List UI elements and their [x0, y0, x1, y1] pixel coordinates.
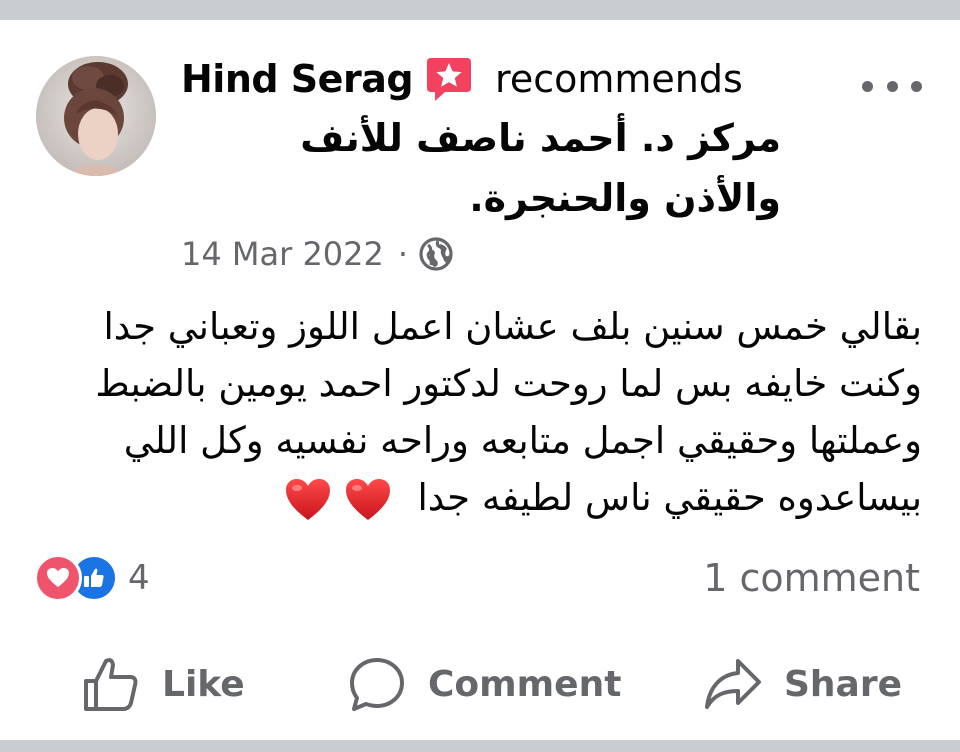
reactions-summary[interactable]: 4 — [34, 554, 150, 602]
share-arrow-icon — [705, 659, 761, 709]
more-options-icon[interactable] — [862, 68, 922, 104]
share-label: Share — [784, 663, 903, 705]
meta-separator: · — [397, 235, 409, 273]
recommends-verb: recommends — [495, 57, 743, 101]
bottom-divider — [0, 740, 960, 752]
post-body-text: بقالي خمس سنين بلف عشان اعمل اللوز وتعبا… — [95, 305, 922, 519]
post-body: بقالي خمس سنين بلف عشان اعمل اللوز وتعبا… — [30, 298, 922, 526]
heart-emoji — [285, 478, 330, 520]
post-action-bar: Like Comment Share — [0, 650, 960, 718]
heart-emoji — [345, 478, 390, 520]
avatar[interactable] — [36, 56, 156, 176]
post-date[interactable]: 14 Mar 2022 — [181, 235, 384, 273]
top-divider — [0, 0, 960, 20]
recommended-page-link[interactable]: مركز د. أحمد ناصف للأنف والأذن والحنجرة. — [181, 108, 781, 228]
reaction-count: 4 — [128, 558, 150, 598]
hearts-emoji-group — [284, 476, 392, 524]
comment-button[interactable]: Comment — [348, 650, 621, 718]
thumbs-up-icon — [84, 658, 138, 711]
like-button[interactable]: Like — [82, 650, 245, 718]
globe-icon — [419, 237, 453, 271]
love-reaction-icon — [34, 554, 82, 602]
like-label: Like — [162, 663, 245, 705]
comment-label: Comment — [428, 663, 622, 705]
recommend-badge-icon — [425, 54, 473, 104]
comment-count-link[interactable]: 1 comment — [703, 554, 920, 602]
comment-bubble-icon — [350, 658, 404, 711]
share-button[interactable]: Share — [704, 650, 902, 718]
author-name[interactable]: Hind Serag — [181, 57, 414, 101]
